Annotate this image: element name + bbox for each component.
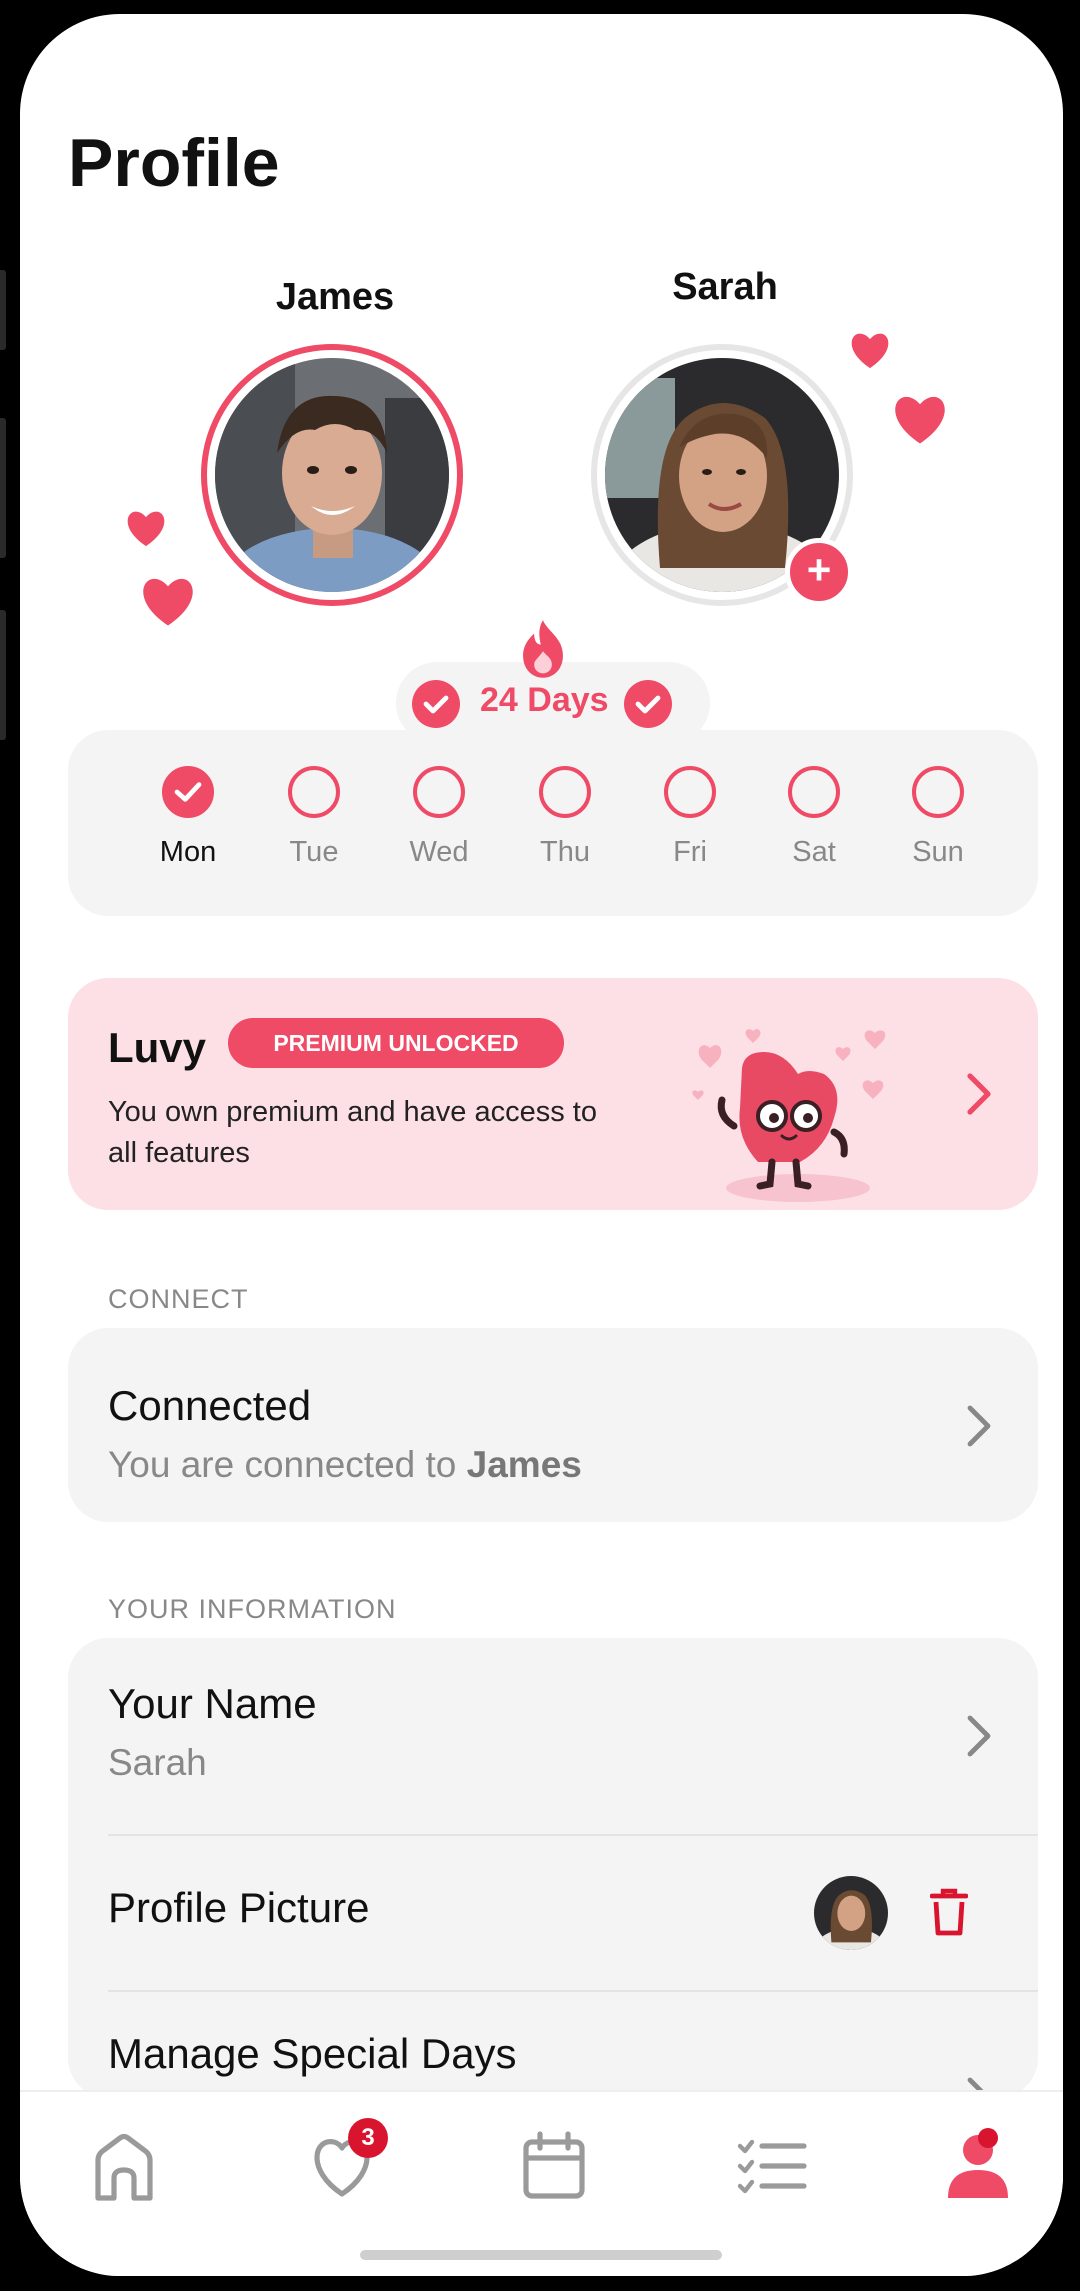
day-tue: Tue xyxy=(264,766,364,869)
partner-name-right: Sarah xyxy=(672,266,778,308)
premium-badge: PREMIUM UNLOCKED xyxy=(228,1018,564,1068)
heart-icon xyxy=(127,511,165,547)
day-sat: Sat xyxy=(764,766,864,869)
day-check xyxy=(413,766,465,818)
day-check xyxy=(664,766,716,818)
check-icon xyxy=(624,680,672,728)
screen: Profile James Sarah + Mon Tue Wed Thu Fr… xyxy=(20,14,1063,2276)
heart-icon xyxy=(895,396,945,444)
day-check xyxy=(162,766,214,818)
day-thu: Thu xyxy=(515,766,615,869)
day-check xyxy=(912,766,964,818)
day-label: Wed xyxy=(409,836,469,868)
notification-badge: 3 xyxy=(348,2118,388,2158)
tab-bar: 3 xyxy=(20,2090,1063,2276)
home-indicator xyxy=(360,2250,722,2260)
special-days-row[interactable]: Manage Special Days xyxy=(68,1992,1038,2098)
day-label: Mon xyxy=(159,836,217,868)
day-wed: Wed xyxy=(389,766,489,869)
day-sun: Sun xyxy=(888,766,988,869)
connected-subtitle-prefix: You are connected to xyxy=(108,1444,467,1485)
day-label: Thu xyxy=(540,836,590,868)
flame-icon xyxy=(523,620,563,678)
day-mon: Mon xyxy=(138,766,238,869)
section-label-information: YOUR INFORMATION xyxy=(108,1594,397,1624)
connected-subtitle: You are connected to James xyxy=(108,1444,582,1486)
section-label-connect: CONNECT xyxy=(108,1284,249,1314)
day-label: Sat xyxy=(792,836,836,868)
premium-description: You own premium and have access to all f… xyxy=(108,1096,597,1169)
partner-avatar-left[interactable] xyxy=(201,344,463,606)
your-name-title: Your Name xyxy=(108,1680,317,1727)
day-label: Tue xyxy=(289,836,339,868)
mascot-heart-icon xyxy=(692,1029,886,1202)
page-title: Profile xyxy=(68,125,280,201)
day-check xyxy=(788,766,840,818)
check-icon xyxy=(412,680,460,728)
home-icon[interactable] xyxy=(84,2126,164,2206)
connected-card[interactable]: Connected You are connected to James xyxy=(68,1328,1038,1522)
connected-partner-name: James xyxy=(466,1444,582,1485)
premium-card[interactable]: Luvy PREMIUM UNLOCKED You own premium an… xyxy=(68,978,1038,1210)
checklist-icon[interactable] xyxy=(732,2126,812,2206)
add-photo-button[interactable]: + xyxy=(785,538,853,606)
premium-title: Luvy xyxy=(108,1024,207,1071)
side-button xyxy=(0,270,6,350)
profile-picture-row[interactable]: Profile Picture xyxy=(68,1836,1038,1990)
weekly-streak-card: Mon Tue Wed Thu Fri Sat Sun xyxy=(68,730,1038,916)
profile-notification-dot xyxy=(978,2128,998,2148)
chevron-right-icon xyxy=(967,1073,991,1115)
day-check xyxy=(539,766,591,818)
side-button xyxy=(0,610,6,740)
chevron-right-icon xyxy=(967,1405,991,1447)
information-card: Your Name Sarah Profile Picture Manage S… xyxy=(68,1638,1038,2098)
chevron-right-icon xyxy=(967,1715,991,1757)
streak-days: 24 Days xyxy=(480,681,609,719)
your-name-value: Sarah xyxy=(108,1742,207,1783)
day-label: Sun xyxy=(912,836,964,868)
day-label: Fri xyxy=(673,836,707,868)
avatar xyxy=(215,358,449,592)
partner-name-left: James xyxy=(275,276,395,318)
day-fri: Fri xyxy=(640,766,740,869)
heart-icon xyxy=(851,333,889,369)
your-name-row[interactable]: Your Name Sarah xyxy=(68,1638,1038,1834)
trash-icon[interactable] xyxy=(930,1888,968,1936)
connected-title: Connected xyxy=(108,1382,312,1429)
calendar-icon[interactable] xyxy=(514,2126,594,2206)
side-button xyxy=(0,418,6,558)
heart-icon xyxy=(143,578,193,626)
avatar xyxy=(814,1876,888,1950)
profile-picture-title: Profile Picture xyxy=(108,1884,370,1931)
day-check xyxy=(288,766,340,818)
special-days-title: Manage Special Days xyxy=(108,2030,517,2077)
